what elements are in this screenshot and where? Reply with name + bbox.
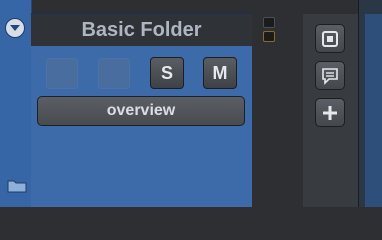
plus-icon [323, 106, 337, 120]
comment-icon [322, 68, 338, 85]
collapse-arrow-icon[interactable] [5, 18, 25, 38]
folder-strip [0, 0, 32, 207]
indicator-square [263, 17, 275, 28]
track-header[interactable]: Basic Folder S M overview [31, 13, 252, 207]
square-icon [322, 31, 338, 47]
track-toolbar [303, 14, 358, 207]
solo-button[interactable]: S [150, 57, 184, 89]
overview-button[interactable]: overview [37, 96, 245, 126]
empty-slot[interactable] [98, 58, 130, 89]
track-name[interactable]: Basic Folder [31, 14, 252, 46]
side-strip [358, 0, 382, 207]
empty-slot[interactable] [46, 58, 78, 89]
plugins-button[interactable] [315, 24, 345, 53]
side-strip-fill [365, 14, 382, 207]
add-button[interactable] [315, 98, 345, 127]
mute-button[interactable]: M [203, 57, 237, 89]
track-header-area: Basic Folder S M overview [0, 0, 382, 207]
indicator-square [263, 31, 275, 42]
folder-icon[interactable] [7, 178, 27, 193]
comment-button[interactable] [315, 61, 345, 90]
